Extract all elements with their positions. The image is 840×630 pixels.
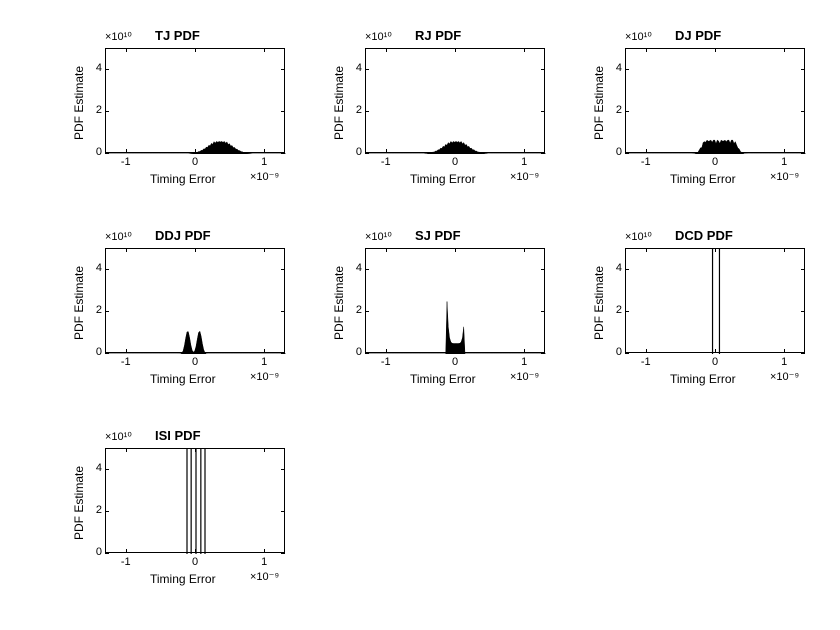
x-tick-label: 1 xyxy=(249,556,279,568)
x-axis-label: Timing Error xyxy=(150,372,216,386)
y-axis-label: PDF Estimate xyxy=(332,66,346,140)
chart-panel-rj: ×10¹⁰RJ PDF024-101PDF EstimateTiming Err… xyxy=(320,20,560,200)
y-multiplier: ×10¹⁰ xyxy=(105,230,132,243)
x-multiplier: ×10⁻⁹ xyxy=(250,570,279,583)
x-multiplier: ×10⁻⁹ xyxy=(770,370,799,383)
x-tick-label: 0 xyxy=(180,556,210,568)
y-tick-label: 0 xyxy=(72,546,102,558)
x-tick-label: -1 xyxy=(371,356,401,368)
chart-title: SJ PDF xyxy=(415,228,461,243)
chart-title: DCD PDF xyxy=(675,228,733,243)
y-axis-label: PDF Estimate xyxy=(332,266,346,340)
y-multiplier: ×10¹⁰ xyxy=(625,30,652,43)
x-tick-label: 1 xyxy=(769,356,799,368)
plot-area xyxy=(365,48,545,153)
plot-area xyxy=(625,248,805,353)
y-tick-label: 0 xyxy=(332,346,362,358)
x-multiplier: ×10⁻⁹ xyxy=(770,170,799,183)
y-tick-label: 0 xyxy=(592,146,622,158)
chart-data-svg xyxy=(626,249,806,354)
chart-data-svg xyxy=(106,249,286,354)
x-tick-label: 1 xyxy=(509,156,539,168)
x-tick-label: 0 xyxy=(700,156,730,168)
chart-title: TJ PDF xyxy=(155,28,200,43)
chart-title: RJ PDF xyxy=(415,28,461,43)
y-tick-label: 0 xyxy=(332,146,362,158)
chart-panel-sj: ×10¹⁰SJ PDF024-101PDF EstimateTiming Err… xyxy=(320,220,560,400)
x-multiplier: ×10⁻⁹ xyxy=(510,370,539,383)
x-tick-label: 0 xyxy=(440,356,470,368)
chart-panel-dj: ×10¹⁰DJ PDF024-101PDF EstimateTiming Err… xyxy=(580,20,820,200)
x-tick-label: -1 xyxy=(371,156,401,168)
chart-data-svg xyxy=(626,49,806,154)
x-tick-label: -1 xyxy=(631,156,661,168)
x-tick-label: 1 xyxy=(769,156,799,168)
chart-panel-isi: ×10¹⁰ISI PDF024-101PDF EstimateTiming Er… xyxy=(60,420,300,600)
plot-area xyxy=(625,48,805,153)
x-tick-label: 0 xyxy=(180,156,210,168)
plot-area xyxy=(365,248,545,353)
x-tick-label: 0 xyxy=(180,356,210,368)
y-multiplier: ×10¹⁰ xyxy=(365,230,392,243)
x-tick-label: 1 xyxy=(249,356,279,368)
chart-data-svg xyxy=(106,49,286,154)
y-axis-label: PDF Estimate xyxy=(72,66,86,140)
y-tick-label: 0 xyxy=(72,346,102,358)
y-multiplier: ×10¹⁰ xyxy=(105,30,132,43)
x-axis-label: Timing Error xyxy=(410,172,476,186)
x-tick-label: 1 xyxy=(509,356,539,368)
chart-panel-ddj: ×10¹⁰DDJ PDF024-101PDF EstimateTiming Er… xyxy=(60,220,300,400)
x-tick-label: 0 xyxy=(700,356,730,368)
chart-title: DJ PDF xyxy=(675,28,721,43)
plot-area xyxy=(105,48,285,153)
y-tick-label: 0 xyxy=(592,346,622,358)
y-axis-label: PDF Estimate xyxy=(72,266,86,340)
plot-area xyxy=(105,248,285,353)
chart-data-svg xyxy=(366,249,546,354)
chart-data-svg xyxy=(366,49,546,154)
y-axis-label: PDF Estimate xyxy=(72,466,86,540)
x-axis-label: Timing Error xyxy=(150,172,216,186)
chart-title: ISI PDF xyxy=(155,428,201,443)
y-axis-label: PDF Estimate xyxy=(592,66,606,140)
y-multiplier: ×10¹⁰ xyxy=(625,230,652,243)
y-multiplier: ×10¹⁰ xyxy=(105,430,132,443)
chart-panel-dcd: ×10¹⁰DCD PDF024-101PDF EstimateTiming Er… xyxy=(580,220,820,400)
x-multiplier: ×10⁻⁹ xyxy=(510,170,539,183)
x-tick-label: -1 xyxy=(111,156,141,168)
y-multiplier: ×10¹⁰ xyxy=(365,30,392,43)
chart-data-svg xyxy=(106,449,286,554)
x-axis-label: Timing Error xyxy=(410,372,476,386)
x-tick-label: 0 xyxy=(440,156,470,168)
x-axis-label: Timing Error xyxy=(670,372,736,386)
x-multiplier: ×10⁻⁹ xyxy=(250,370,279,383)
x-axis-label: Timing Error xyxy=(670,172,736,186)
x-multiplier: ×10⁻⁹ xyxy=(250,170,279,183)
x-tick-label: 1 xyxy=(249,156,279,168)
x-tick-label: -1 xyxy=(111,556,141,568)
chart-panel-tj: ×10¹⁰TJ PDF024-101PDF EstimateTiming Err… xyxy=(60,20,300,200)
chart-title: DDJ PDF xyxy=(155,228,211,243)
x-tick-label: -1 xyxy=(111,356,141,368)
y-axis-label: PDF Estimate xyxy=(592,266,606,340)
plot-area xyxy=(105,448,285,553)
y-tick-label: 0 xyxy=(72,146,102,158)
x-tick-label: -1 xyxy=(631,356,661,368)
x-axis-label: Timing Error xyxy=(150,572,216,586)
